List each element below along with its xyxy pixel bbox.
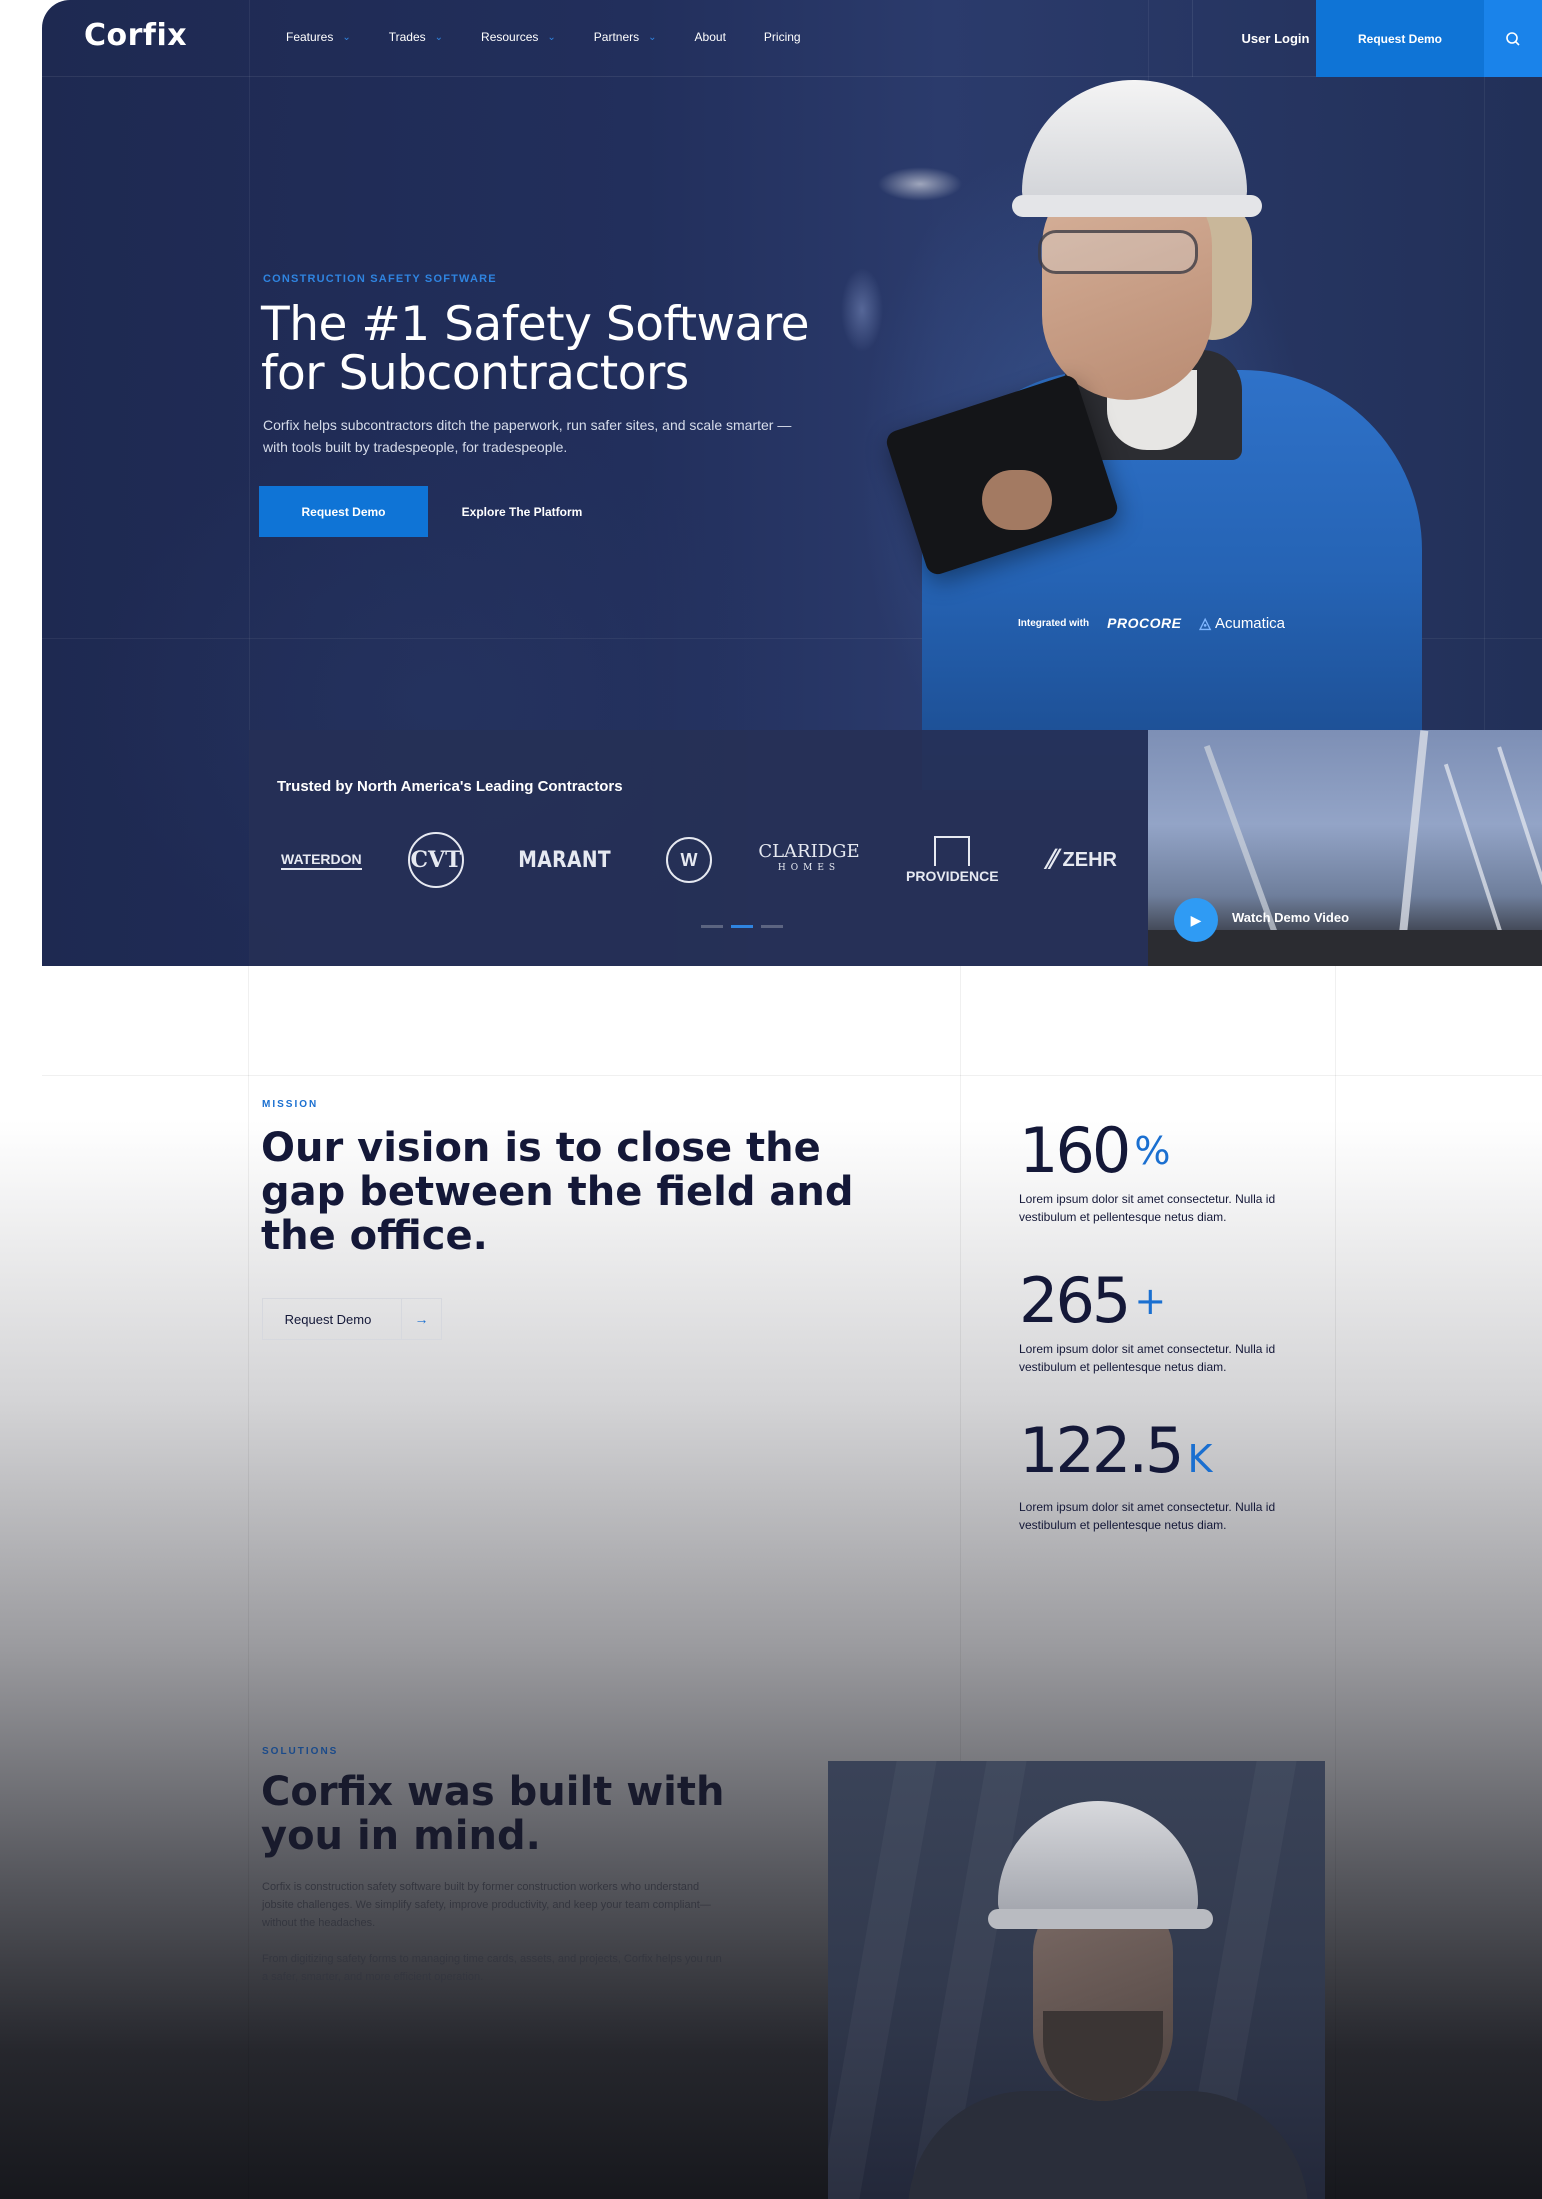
corfix-logo[interactable]: Corfix [84,18,187,53]
stat-item: 265 + Lorem ipsum dolor sit amet consecte… [1019,1268,1319,1376]
stat-value: 122.5 K [1019,1418,1319,1492]
solutions-eyebrow: SOLUTIONS [262,1746,339,1757]
nav-item-features[interactable]: Features ⌄ [286,30,351,44]
arrow-right-icon: → [401,1299,441,1339]
hero-section: Corfix Features ⌄ Trades ⌄ Resources ⌄ Part… [42,0,1542,966]
claridge-homes-logo: CLARIDGE HOMES [758,841,860,876]
nav-request-demo-button[interactable]: Request Demo [1316,0,1484,77]
carousel-dots [701,925,783,928]
mission-eyebrow: MISSION [262,1099,319,1110]
solutions-title: Corfix was built with you in mind. [261,1769,725,1859]
w-logo: W [665,837,712,883]
integrated-label: Integrated with [1018,617,1090,629]
hero-title: The #1 Safety Software for Subcontractor… [261,300,881,398]
carousel-dot[interactable] [701,925,723,928]
providence-text: PROVIDENCE [906,868,999,884]
building-icon [934,836,971,866]
hero-eyebrow: CONSTRUCTION SAFETY SOFTWARE [263,273,497,285]
acumatica-mark-icon: ◬ [1199,615,1211,632]
stat-item: 160% Lorem ipsum dolor sit amet consecte… [1019,1118,1319,1226]
stat-suffix: + [1134,1279,1167,1323]
stat-item: 122.5 K Lorem ipsum dolor sit amet consec… [1019,1418,1319,1534]
marant-logo: MARANT [518,847,612,873]
stat-number: 122.5 [1019,1414,1184,1487]
stat-suffix: % [1134,1129,1171,1173]
button-label: Request Demo [284,1311,372,1327]
acumatica-label: Acumatica [1214,614,1285,632]
solutions-paragraph: From digitizing safety forms to managing… [262,1953,722,1983]
trusted-by-panel: Trusted by North America's Leading Contr… [249,730,1148,966]
stat-description: Lorem ipsum dolor sit amet consectetur. … [1019,1500,1276,1532]
nav-item-label: Partners [593,30,640,44]
carousel-dot[interactable] [761,925,783,928]
nav-item-label: Pricing [763,30,801,44]
zehr-text: ZEHR [1062,848,1117,871]
cvt-logo: CVT [407,832,464,888]
trusted-title: Trusted by North America's Leading Contr… [277,778,623,795]
search-button[interactable] [1484,0,1542,77]
demo-video-thumbnail[interactable]: ▶ Watch Demo Video [1148,730,1542,966]
mission-request-demo-button[interactable]: Request Demo → [262,1298,442,1340]
client-logos: WATERDON CVT MARANT W CLARIDGE HOMES PRO… [269,830,1129,890]
carousel-dot-active[interactable] [731,925,753,928]
nav-item-label: Trades [388,30,426,44]
integrations-bar: Integrated with PROCORE ◬ Acumatica [1018,614,1285,633]
explore-platform-button[interactable]: Explore The Platform [442,486,602,537]
zehr-mark-icon: ⫽ [1044,844,1057,874]
nav-item-about[interactable]: About [695,30,726,44]
nav-item-label: Features [286,30,334,44]
solutions-worker-image [828,1761,1325,2199]
stat-value: 265 + [1019,1268,1319,1334]
grid-line [1335,966,1336,2199]
procore-logo: PROCORE [1107,615,1182,631]
acumatica-logo: ◬ Acumatica [1199,614,1285,633]
chevron-down-icon: ⌄ [342,31,351,43]
solutions-paragraph: Corfix is construction safety software b… [262,1881,711,1929]
stat-description: Lorem ipsum dolor sit amet consectetur. … [1019,1192,1276,1224]
chevron-down-icon: ⌄ [648,31,657,43]
watch-demo-label[interactable]: Watch Demo Video [1232,910,1349,925]
hero-title-line: The #1 Safety Software [261,297,810,352]
nav-menu: Features ⌄ Trades ⌄ Resources ⌄ Partners ⌄ A… [286,30,839,44]
grid-line [42,1075,1542,1076]
claridge-sub-text: HOMES [777,863,841,873]
nav-item-label: Resources [481,30,539,44]
chevron-down-icon: ⌄ [547,31,556,43]
grid-line [248,966,249,2199]
zehr-logo: ⫽ ZEHR [1045,844,1117,876]
stat-number: 265 [1019,1264,1131,1337]
search-icon [1506,31,1520,46]
mission-title: Our vision is to close the gap between t… [261,1125,854,1259]
providence-logo: PROVIDENCE [906,836,999,884]
chevron-down-icon: ⌄ [434,31,444,43]
hero-request-demo-button[interactable]: Request Demo [259,486,428,537]
nav-item-partners[interactable]: Partners ⌄ [594,30,657,44]
claridge-text: CLARIDGE [758,841,860,862]
nav-item-trades[interactable]: Trades ⌄ [389,30,443,44]
stat-description: Lorem ipsum dolor sit amet consectetur. … [1019,1342,1276,1374]
top-navigation: Corfix Features ⌄ Trades ⌄ Resources ⌄ Part… [42,0,1542,77]
nav-item-label: About [694,30,726,44]
stat-value: 160% [1019,1118,1319,1184]
stat-suffix: K [1187,1437,1213,1481]
nav-item-resources[interactable]: Resources ⌄ [481,30,556,44]
hero-title-line: for Subcontractors [261,346,689,401]
nav-item-pricing[interactable]: Pricing [764,30,801,44]
play-icon[interactable]: ▶ [1174,898,1218,942]
hero-subtitle: Corfix helps subcontractors ditch the pa… [263,417,792,455]
waterdon-logo: WATERDON [281,851,362,870]
stat-number: 160 [1019,1114,1131,1187]
